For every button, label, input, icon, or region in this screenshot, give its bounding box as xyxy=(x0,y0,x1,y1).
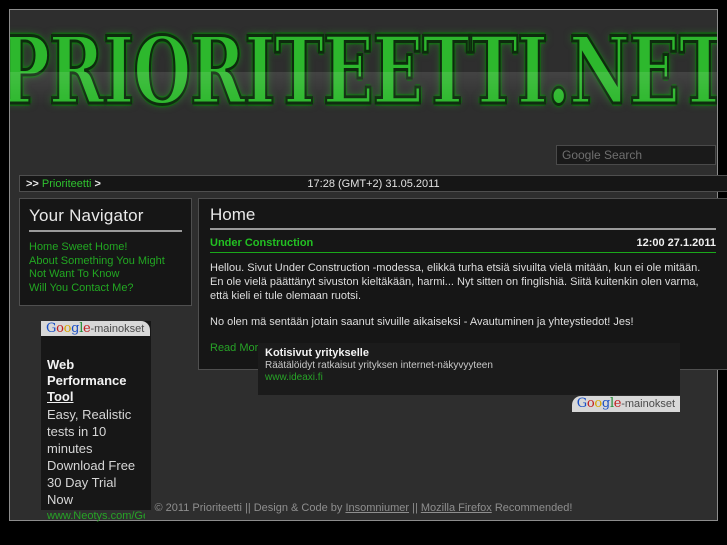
sidebar-ad-label-suffix: -mainokset xyxy=(90,323,145,335)
sidebar-ad-block: Google-mainokset Web Performance Tool Ea… xyxy=(41,321,151,522)
page-title-divider xyxy=(210,228,716,230)
sidebar-item-contact[interactable]: Will You Contact Me? xyxy=(29,282,182,295)
main-column: Home Under Construction 12:00 27.1.2011 … xyxy=(198,198,727,412)
site-footer: © 2011 Prioriteetti || Design & Code by … xyxy=(10,502,717,514)
main-ad-label: Google-mainokset xyxy=(571,396,680,412)
site-frame: PRIORITEETTI.NET >> Prioriteetti > 17:28… xyxy=(9,9,727,522)
footer-recommended: Recommended! xyxy=(491,502,573,514)
navigator-title: Your Navigator xyxy=(29,206,144,225)
sidebar: Your Navigator Home Sweet Home! About So… xyxy=(19,198,192,522)
main-ad-block: Kotisivut yritykselle Räätälöidyt ratkai… xyxy=(258,343,680,412)
post-divider xyxy=(210,252,716,253)
search-input[interactable] xyxy=(556,145,716,165)
main-ad-label-suffix: -mainokset xyxy=(621,398,675,410)
post-date: 12:00 27.1.2011 xyxy=(636,237,716,249)
footer-copyright: © 2011 Prioriteetti || Design & Code by xyxy=(154,502,346,514)
page-title: Home xyxy=(210,205,256,224)
google-wordmark: Google xyxy=(46,321,91,336)
google-search-box[interactable] xyxy=(556,145,716,165)
sidebar-ad-title-line2: Tool xyxy=(47,389,74,404)
breadcrumb-bar: >> Prioriteetti > 17:28 (GMT+2) 31.05.20… xyxy=(19,175,727,192)
google-wordmark: Google xyxy=(576,396,622,411)
page-root: PRIORITEETTI.NET >> Prioriteetti > 17:28… xyxy=(0,0,727,545)
post-paragraph-1: Hellou. Sivut Under Construction -modess… xyxy=(210,262,701,302)
sidebar-ad-title[interactable]: Web Performance Tool xyxy=(47,357,145,405)
main-ad-url[interactable]: www.ideaxi.fi xyxy=(265,372,323,383)
sidebar-item-home[interactable]: Home Sweet Home! xyxy=(29,241,182,254)
post-body: Hellou. Sivut Under Construction -modess… xyxy=(210,261,716,355)
sidebar-ad-label: Google-mainokset xyxy=(41,321,151,336)
clock-text: 17:28 (GMT+2) 31.05.2011 xyxy=(307,178,440,190)
post-header: Under Construction 12:00 27.1.2011 xyxy=(210,237,716,249)
post-paragraph-2: No olen mä sentään jotain saanut sivuill… xyxy=(210,316,634,328)
sidebar-item-about[interactable]: About Something You Might Not Want To Kn… xyxy=(29,255,182,281)
sidebar-ad-description: Easy, Realistic tests in 10 minutes Down… xyxy=(47,407,136,507)
navigator-divider xyxy=(29,230,182,232)
main-ad-title[interactable]: Kotisivut yritykselle xyxy=(265,347,369,359)
main-ad-description: Räätälöidyt ratkaisut yrityksen internet… xyxy=(265,360,493,371)
post-title: Under Construction xyxy=(210,237,314,249)
footer-author-link[interactable]: Insomniumer xyxy=(345,502,409,514)
sidebar-ad-title-line1: Web Performance xyxy=(47,357,127,388)
footer-browser-link[interactable]: Mozilla Firefox xyxy=(421,502,492,514)
site-header: PRIORITEETTI.NET xyxy=(10,10,717,167)
site-logo: PRIORITEETTI.NET xyxy=(10,17,717,127)
footer-separator: || xyxy=(409,502,421,514)
navigator-panel: Your Navigator Home Sweet Home! About So… xyxy=(19,198,192,306)
sidebar-ad-body: Web Performance Tool Easy, Realistic tes… xyxy=(41,321,151,522)
